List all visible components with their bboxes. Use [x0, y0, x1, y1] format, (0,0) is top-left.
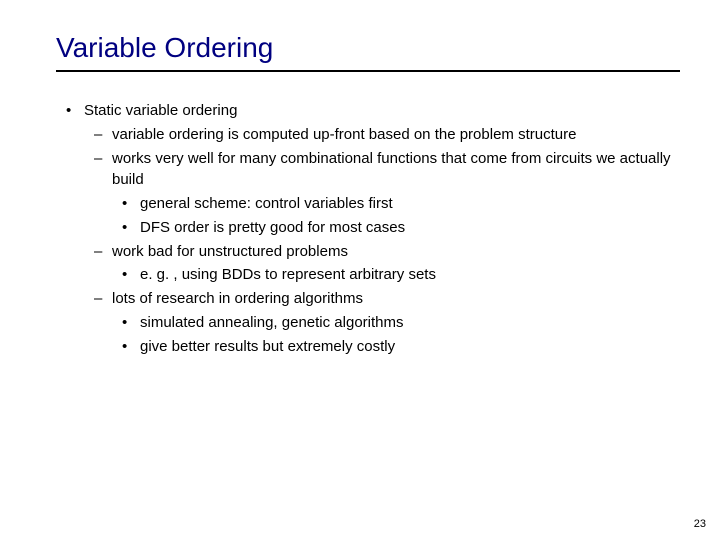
bullet-text: work bad for unstructured problems: [112, 243, 348, 260]
title-underline: [56, 70, 680, 72]
bullet-l3: general scheme: control variables first: [112, 193, 680, 215]
bullet-l3: simulated annealing, genetic algorithms: [112, 312, 680, 334]
bullet-text: simulated annealing, genetic algorithms: [140, 314, 404, 331]
slide-title: Variable Ordering: [56, 32, 680, 64]
bullet-text: general scheme: control variables first: [140, 195, 393, 212]
slide: Variable Ordering Static variable orderi…: [0, 0, 720, 540]
slide-content: Static variable ordering variable orderi…: [56, 100, 680, 357]
bullet-l2: works very well for many combinational f…: [84, 148, 680, 239]
bullet-text: lots of research in ordering algorithms: [112, 290, 363, 307]
bullet-l2: work bad for unstructured problems e. g.…: [84, 241, 680, 287]
bullet-text: give better results but extremely costly: [140, 338, 395, 355]
bullet-l3: give better results but extremely costly: [112, 336, 680, 358]
bullet-text: e. g. , using BDDs to represent arbitrar…: [140, 266, 436, 283]
bullet-l1: Static variable ordering variable orderi…: [56, 100, 680, 357]
bullet-text: Static variable ordering: [84, 102, 237, 119]
bullet-l3: e. g. , using BDDs to represent arbitrar…: [112, 264, 680, 286]
bullet-text: DFS order is pretty good for most cases: [140, 219, 405, 236]
bullet-l3: DFS order is pretty good for most cases: [112, 217, 680, 239]
bullet-l2: variable ordering is computed up-front b…: [84, 124, 680, 146]
bullet-text: variable ordering is computed up-front b…: [112, 126, 576, 143]
page-number: 23: [694, 518, 706, 530]
bullet-l2: lots of research in ordering algorithms …: [84, 288, 680, 357]
bullet-text: works very well for many combinational f…: [112, 150, 671, 189]
